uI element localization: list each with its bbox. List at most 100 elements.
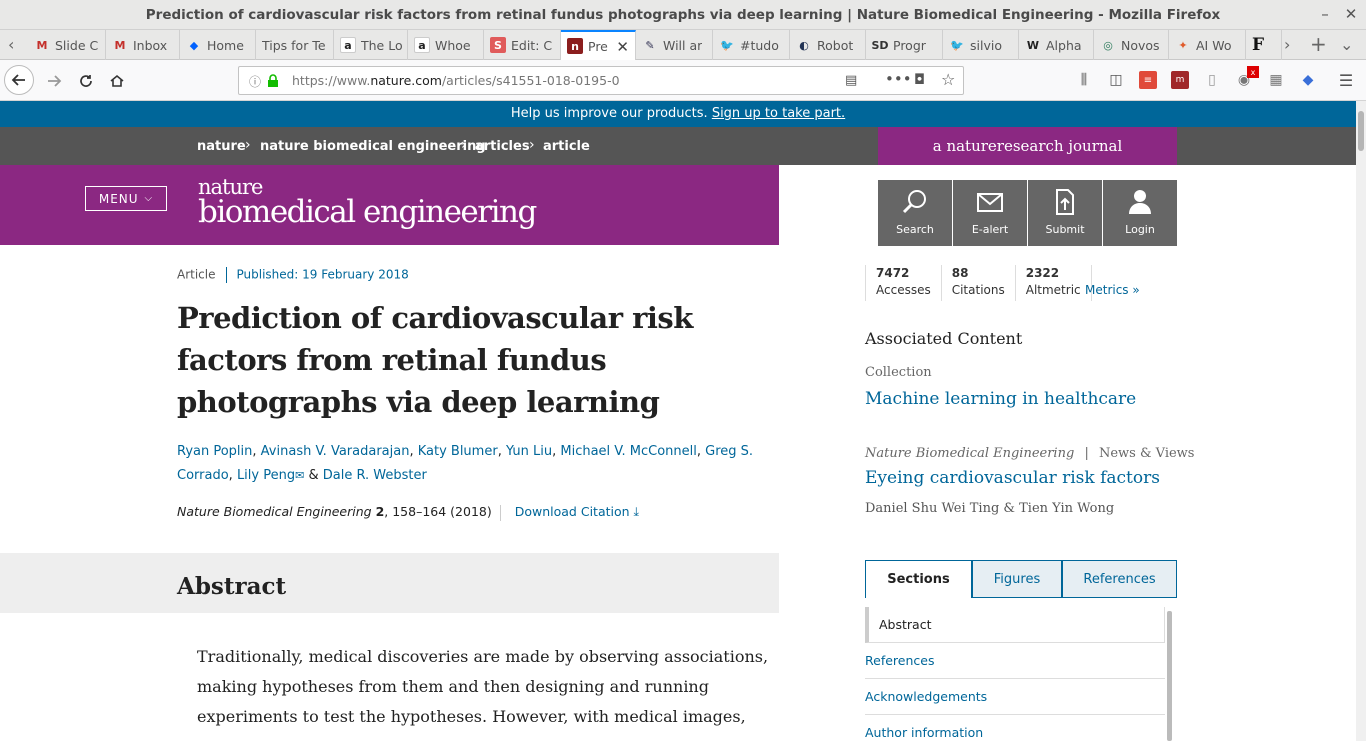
section-item-references[interactable]: References	[865, 643, 1165, 679]
home-button[interactable]	[103, 67, 131, 95]
info-icon[interactable]: ⓘ	[249, 73, 261, 90]
browser-tab[interactable]: M Inbox	[106, 30, 180, 60]
secure-lock-icon[interactable]	[267, 73, 279, 92]
collection-link[interactable]: Machine learning in healthcare	[865, 389, 1136, 409]
browser-tab-label: AI Wo	[1196, 37, 1232, 53]
author-list: Ryan Poplin, Avinash V. Varadarajan, Kat…	[177, 440, 777, 488]
abstract-header: Abstract	[0, 553, 779, 613]
journal-logo-bottom[interactable]: biomedical engineering	[198, 194, 537, 230]
browser-tab[interactable]: M Slide C	[28, 30, 106, 60]
gmail-icon: M	[114, 38, 126, 52]
author-link[interactable]: Ryan Poplin	[177, 444, 252, 459]
author-link[interactable]: Katy Blumer	[418, 444, 498, 459]
feedback-signup-link[interactable]: Sign up to take part.	[712, 106, 845, 121]
hamburger-menu-icon[interactable]: ☰	[1337, 71, 1355, 90]
scroll-tabs-left-icon[interactable]: ‹	[8, 35, 14, 54]
author-link[interactable]: Lily Peng	[237, 468, 295, 483]
browser-tab[interactable]: ◎ Novos	[1094, 30, 1169, 60]
tab-list-icon[interactable]: ⌄	[1340, 35, 1353, 54]
natureresearch-badge[interactable]: a natureresearch journal	[878, 127, 1177, 165]
close-window-icon[interactable]: ✕	[1342, 5, 1360, 23]
browser-tab[interactable]: 🐦 silvio	[943, 30, 1019, 60]
breadcrumb-articles[interactable]: articles	[475, 139, 530, 154]
bookmark-star-icon[interactable]: ☆	[941, 70, 955, 89]
browser-tab[interactable]: ◆ Home	[180, 30, 256, 60]
browser-tab[interactable]: ◐ Robot	[790, 30, 866, 60]
breadcrumb-journal[interactable]: nature biomedical engineering	[260, 139, 486, 154]
chevron-right-icon: ›	[245, 137, 251, 153]
download-citation-link[interactable]: Download Citation ⤓	[515, 504, 639, 519]
author-link[interactable]: Yun Liu	[506, 444, 552, 459]
pages-year: , 158–164 (2018)	[384, 504, 492, 519]
reader-view-icon[interactable]: ▤	[845, 73, 857, 88]
browser-tab[interactable]: W Alpha	[1019, 30, 1094, 60]
extension-blue-icon[interactable]: ◆	[1299, 71, 1317, 89]
back-button[interactable]	[4, 65, 34, 95]
browser-tab-label: Edit: C	[511, 37, 553, 53]
search-icon	[878, 188, 952, 216]
tab-figures[interactable]: Figures	[972, 560, 1062, 598]
section-item-acknowledgements[interactable]: Acknowledgements	[865, 679, 1165, 715]
metric-value: 7472	[876, 266, 910, 280]
section-list-scrollbar[interactable]	[1167, 611, 1172, 741]
page-actions-icon[interactable]: •••	[885, 70, 912, 88]
browser-tab[interactable]: n Pre ✕	[561, 30, 636, 60]
url-bar[interactable]: ⓘ https://www.nature.com/articles/s41551…	[238, 66, 964, 95]
tab-sections[interactable]: Sections	[865, 560, 972, 598]
forward-button[interactable]	[40, 67, 68, 95]
metrics-link[interactable]: Metrics »	[1085, 283, 1140, 297]
news-views-line: Nature Biomedical Engineering | News & V…	[865, 446, 1194, 461]
scrollbar-thumb[interactable]	[1358, 111, 1364, 151]
extension-calendar-icon[interactable]: ▦	[1267, 71, 1285, 89]
sidebar-icon[interactable]: ◫	[1107, 71, 1125, 89]
browser-tab[interactable]: S Edit: C	[484, 30, 561, 60]
extension-red-icon[interactable]: ≡	[1139, 71, 1157, 89]
ealert-tool-button[interactable]: E-alert	[953, 180, 1027, 246]
ealert-tool-label: E-alert	[971, 223, 1009, 236]
news-views-authors: Daniel Shu Wei Ting & Tien Yin Wong	[865, 501, 1115, 516]
search-tool-label: Search	[896, 223, 934, 236]
nv-divider: |	[1084, 446, 1089, 461]
url-text[interactable]: https://www.nature.com/articles/s41551-0…	[292, 73, 620, 88]
section-item-author-information[interactable]: Author information	[865, 715, 1165, 741]
browser-tab[interactable]: a The Lo	[334, 30, 408, 60]
author-link[interactable]: Michael V. McConnell	[560, 444, 697, 459]
page-scrollbar[interactable]	[1356, 101, 1366, 741]
login-tool-button[interactable]: Login	[1103, 180, 1177, 246]
tab-references[interactable]: References	[1062, 560, 1177, 598]
extension-mendeley-icon[interactable]: m	[1171, 71, 1189, 89]
extension-doc-icon[interactable]: ▯	[1203, 71, 1221, 89]
reload-button[interactable]	[72, 67, 100, 95]
gmail-icon: M	[36, 38, 48, 52]
browser-tab[interactable]: Tips for Te	[256, 30, 334, 60]
author-link[interactable]: Avinash V. Varadarajan	[261, 444, 410, 459]
pocket-icon[interactable]: ◘	[914, 72, 925, 88]
browser-tab[interactable]: F	[1246, 30, 1282, 60]
author-link[interactable]: Dale R. Webster	[323, 468, 427, 483]
close-tab-icon[interactable]: ✕	[616, 38, 629, 56]
feedback-text: Help us improve our products.	[510, 106, 708, 121]
breadcrumb-nature[interactable]: nature	[197, 139, 246, 154]
browser-tab[interactable]: ✎ Will ar	[636, 30, 713, 60]
associated-content-heading: Associated Content	[865, 329, 1023, 348]
metric-label: Altmetric	[1025, 283, 1081, 297]
browser-tab[interactable]: a Whoe	[408, 30, 484, 60]
aiwo-icon: ✦	[1178, 38, 1188, 52]
browser-tab[interactable]: 🐦 #tudo	[713, 30, 790, 60]
section-item-abstract[interactable]: Abstract	[865, 607, 1165, 643]
corresponding-author-mail-icon[interactable]: ✉	[295, 464, 304, 488]
minimize-icon[interactable]: –	[1316, 5, 1334, 23]
journal-masthead: MENU ⌵ nature biomedical engineering	[0, 165, 779, 245]
scroll-tabs-right-icon[interactable]: ›	[1284, 35, 1290, 54]
news-views-link[interactable]: Eyeing cardiovascular risk factors	[865, 468, 1160, 488]
library-icon[interactable]: ⫼	[1075, 71, 1093, 89]
browser-tab[interactable]: ✦ AI Wo	[1169, 30, 1246, 60]
menu-button[interactable]: MENU ⌵	[85, 186, 167, 211]
submit-tool-button[interactable]: Submit	[1028, 180, 1102, 246]
browser-tab[interactable]: SD Progr	[866, 30, 943, 60]
new-tab-icon[interactable]: +	[1310, 32, 1327, 56]
metric-altmetric: 2322 Altmetric	[1016, 265, 1092, 301]
download-citation-label: Download Citation	[514, 504, 630, 519]
search-tool-button[interactable]: Search	[878, 180, 952, 246]
collection-label: Collection	[865, 365, 932, 380]
